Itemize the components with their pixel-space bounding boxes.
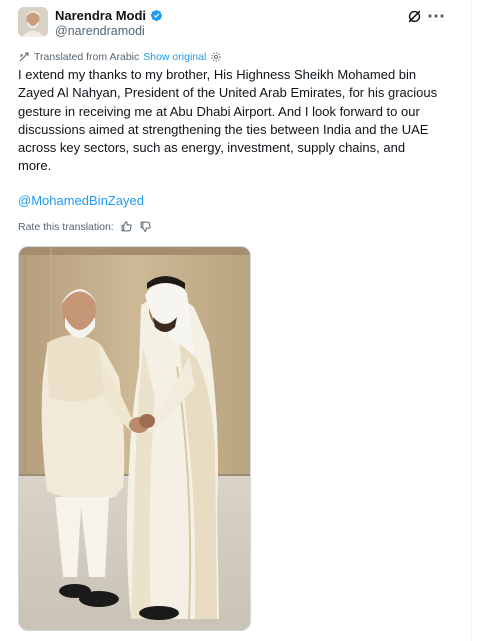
translation-label: Translated from Arabic — [34, 51, 140, 63]
avatar[interactable] — [18, 7, 48, 37]
right-divider — [471, 0, 472, 641]
show-original-link[interactable]: Show original — [143, 51, 206, 63]
photo-image — [19, 247, 250, 630]
grok-icon[interactable] — [406, 8, 423, 25]
author-name-row[interactable]: Narendra Modi — [55, 8, 163, 23]
verified-badge-icon — [150, 9, 163, 22]
author-display-name[interactable]: Narendra Modi — [55, 8, 146, 23]
mention-link[interactable]: @MohamedBinZayed — [18, 193, 144, 208]
thumbs-up-icon[interactable] — [120, 220, 133, 233]
settings-gear-icon[interactable] — [210, 51, 222, 63]
rate-translation-label: Rate this translation: — [18, 220, 114, 233]
tweet-text: I extend my thanks to my brother, His Hi… — [18, 67, 438, 174]
rate-translation-row: Rate this translation: — [18, 220, 152, 233]
translate-icon — [19, 52, 29, 62]
thumbs-down-icon[interactable] — [139, 220, 152, 233]
tweet[interactable]: Narendra Modi @narendramodi Translated f… — [0, 0, 472, 641]
more-dots-icon[interactable] — [426, 6, 446, 26]
translation-notice: Translated from Arabic Show original — [18, 51, 222, 63]
author-handle[interactable]: @narendramodi — [55, 24, 145, 38]
tweet-photo[interactable] — [18, 246, 251, 631]
